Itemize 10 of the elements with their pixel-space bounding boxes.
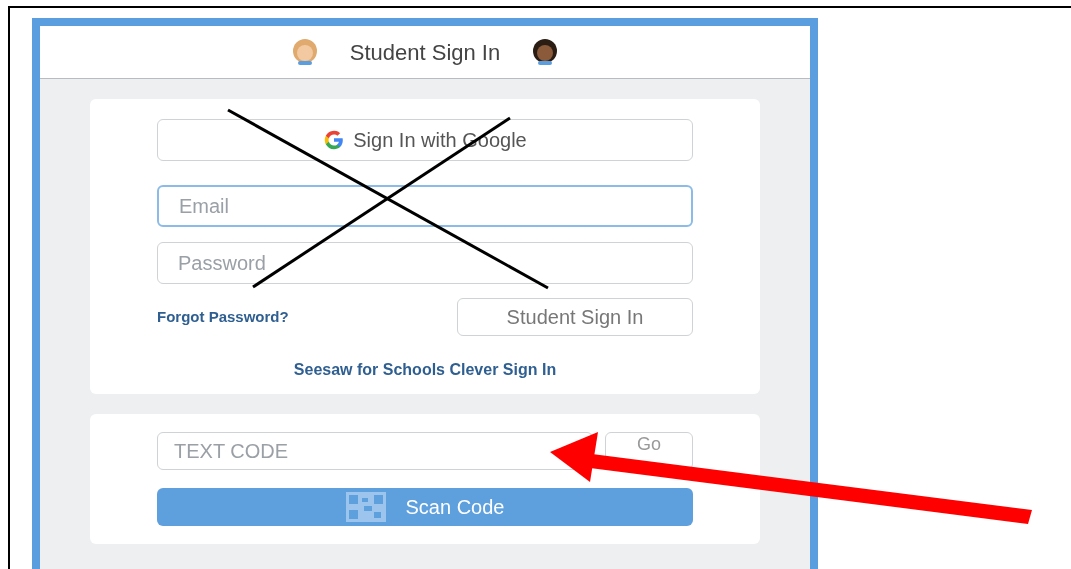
avatar-icon	[291, 38, 318, 66]
clever-sign-in-link[interactable]: Seesaw for Schools Clever Sign In	[293, 358, 557, 382]
google-logo-icon	[323, 129, 346, 151]
qr-code-icon	[345, 492, 386, 522]
input-field[interactable]: Password	[157, 242, 693, 284]
input-field[interactable]: Email	[157, 185, 693, 227]
header-title: Student Sign In	[349, 38, 501, 67]
student-sign-in-button[interactable]: Student Sign In	[457, 298, 693, 336]
forgot-password-link[interactable]: Forgot Password?	[157, 305, 289, 329]
avatar-icon	[532, 38, 559, 66]
